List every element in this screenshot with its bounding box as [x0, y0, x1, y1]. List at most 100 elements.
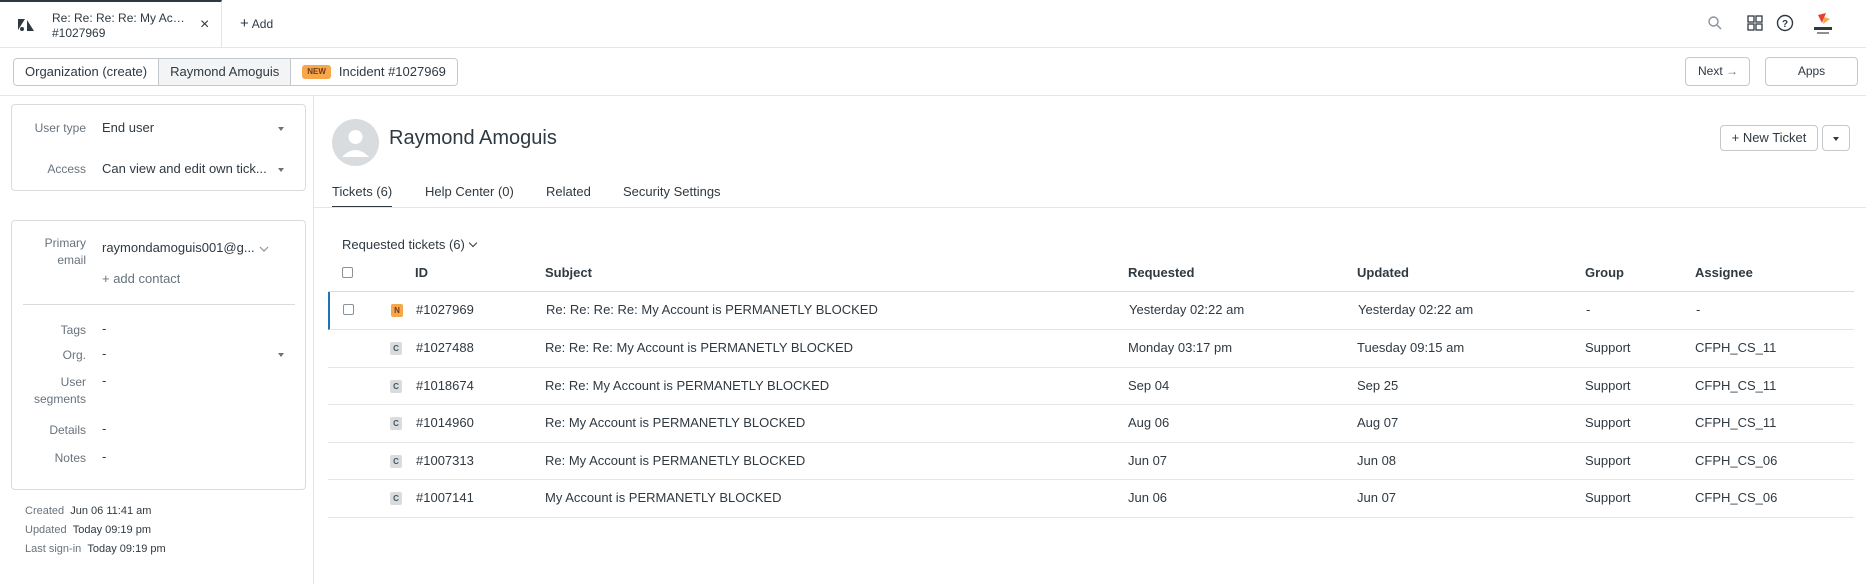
- table-row[interactable]: C #1007313 Re: My Account is PERMANETLY …: [328, 443, 1854, 480]
- help-icon[interactable]: ?: [1776, 14, 1794, 32]
- ticket-group: Support: [1585, 452, 1631, 468]
- chevron-down-icon[interactable]: [278, 353, 284, 357]
- add-tab-label: Add: [251, 17, 274, 31]
- ticket-group: Support: [1585, 340, 1631, 355]
- add-tab-button[interactable]: + Add: [240, 15, 273, 32]
- plus-icon: +: [240, 15, 249, 32]
- ticket-assignee: -: [1696, 302, 1701, 317]
- status-badge-closed: C: [390, 379, 402, 393]
- ticket-requested: Aug 06: [1128, 415, 1170, 430]
- ticket-subject[interactable]: Re: Re: My Account is PERMANETLY BLOCKED: [545, 378, 829, 393]
- column-header-requested[interactable]: Requested: [1128, 265, 1194, 280]
- tags-field[interactable]: -: [102, 321, 106, 336]
- created-label: Created: [25, 505, 65, 517]
- ticket-id[interactable]: #1007141: [416, 490, 474, 505]
- column-header-id[interactable]: ID: [415, 265, 428, 280]
- tabs-divider: [314, 207, 1866, 208]
- tab-tickets[interactable]: Tickets (6): [332, 184, 393, 208]
- access-label: Access: [47, 162, 86, 176]
- user-details-card: Primary email raymondamoguis001@g... + ad…: [11, 220, 306, 490]
- chevron-down-icon[interactable]: [278, 168, 284, 172]
- new-ticket-menu-button[interactable]: [1822, 125, 1850, 151]
- user-type-label: User type: [34, 121, 86, 135]
- apps-button[interactable]: Apps: [1765, 57, 1858, 86]
- ticket-group: Support: [1585, 490, 1631, 505]
- ticket-tab[interactable]: Re: Re: Re: Re: My Accou... #1027969 ×: [0, 0, 222, 48]
- status-badge-closed: C: [390, 492, 402, 505]
- ticket-requested: Monday 03:17 pm: [1128, 340, 1233, 355]
- table-row[interactable]: C #1014960 Re: My Account is PERMANETLY …: [328, 405, 1854, 443]
- product-grid-icon[interactable]: [1746, 14, 1764, 32]
- ticket-id[interactable]: #1014960: [416, 415, 474, 430]
- column-header-subject[interactable]: Subject: [545, 265, 592, 280]
- new-ticket-button[interactable]: + New Ticket: [1720, 125, 1818, 151]
- last-signin-label: Last sign-in: [25, 543, 82, 555]
- user-segments-label: User segments: [12, 374, 86, 408]
- ticket-assignee: CFPH_CS_11: [1695, 340, 1777, 355]
- add-contact-link[interactable]: + add contact: [102, 271, 180, 286]
- ticket-id[interactable]: #1018674: [416, 378, 474, 393]
- table-row[interactable]: C #1027488 Re: Re: Re: My Account is PER…: [328, 330, 1854, 368]
- details-field[interactable]: -: [102, 421, 106, 436]
- requested-tickets-toggle[interactable]: Requested tickets (6): [342, 237, 478, 252]
- chevron-down-icon[interactable]: [278, 127, 284, 131]
- ticket-id[interactable]: #1027488: [416, 340, 474, 355]
- user-type-card: User type End user Access Can view and e…: [11, 104, 306, 191]
- breadcrumb-organization[interactable]: Organization (create): [14, 59, 160, 85]
- table-row[interactable]: N #1027969 Re: Re: Re: Re: My Account is…: [328, 292, 1854, 330]
- ticket-updated: Aug 07: [1357, 415, 1399, 430]
- chevron-down-icon: [1833, 137, 1839, 141]
- user-type-select[interactable]: End user: [102, 120, 272, 135]
- notes-field[interactable]: -: [102, 449, 106, 464]
- ticket-subject[interactable]: Re: Re: Re: Re: My Account is PERMANETLY…: [546, 302, 878, 317]
- status-badge-new: N: [391, 304, 403, 317]
- ticket-updated: Yesterday 02:22 am: [1358, 302, 1474, 317]
- top-tab-bar: Re: Re: Re: Re: My Accou... #1027969 × +…: [0, 0, 1866, 48]
- user-avatar-logo[interactable]: [1810, 11, 1836, 37]
- requested-tickets-title: Requested tickets (6): [342, 237, 465, 252]
- ticket-subject[interactable]: My Account is PERMANETLY BLOCKED: [545, 490, 781, 505]
- ticket-group: Support: [1585, 377, 1631, 393]
- divider: [23, 304, 295, 305]
- chevron-down-icon: [468, 238, 478, 248]
- user-sidebar: User type End user Access Can view and e…: [0, 96, 314, 584]
- ticket-subject[interactable]: Re: My Account is PERMANETLY BLOCKED: [545, 415, 805, 430]
- org-select[interactable]: -: [102, 346, 106, 361]
- access-select[interactable]: Can view and edit own tick...: [102, 161, 270, 176]
- created-value: Jun 06 11:41 am: [70, 505, 152, 517]
- arrow-right-icon: →: [1726, 64, 1739, 78]
- status-badge-closed: C: [390, 342, 402, 355]
- table-row[interactable]: C #1007141 My Account is PERMANETLY BLOC…: [328, 480, 1854, 518]
- ticket-assignee: CFPH_CS_11: [1695, 377, 1777, 393]
- ticket-assignee: CFPH_CS_06: [1695, 490, 1778, 505]
- select-all-checkbox[interactable]: [342, 267, 353, 278]
- ticket-subject[interactable]: Re: My Account is PERMANETLY BLOCKED: [545, 453, 805, 468]
- chevron-down-icon[interactable]: [259, 245, 269, 253]
- column-header-group[interactable]: Group: [1585, 265, 1624, 280]
- column-header-assignee[interactable]: Assignee: [1695, 265, 1753, 280]
- ticket-requested: Sep 04: [1128, 377, 1170, 393]
- ticket-requested: Yesterday 02:22 am: [1129, 302, 1245, 317]
- close-icon[interactable]: ×: [200, 16, 209, 34]
- ticket-id[interactable]: #1007313: [416, 453, 474, 468]
- ticket-subject[interactable]: Re: Re: Re: My Account is PERMANETLY BLO…: [545, 340, 853, 355]
- breadcrumb-incident[interactable]: NEW Incident #1027969: [291, 59, 457, 85]
- tab-security-settings[interactable]: Security Settings: [623, 184, 721, 208]
- org-label: Org.: [62, 348, 86, 362]
- ticket-group: -: [1586, 302, 1591, 317]
- tab-related[interactable]: Related: [546, 184, 591, 208]
- next-button[interactable]: Next →: [1685, 57, 1750, 86]
- column-header-updated[interactable]: Updated: [1357, 265, 1409, 280]
- avatar[interactable]: [332, 119, 379, 166]
- row-checkbox[interactable]: [343, 304, 354, 315]
- svg-text:?: ?: [1782, 19, 1788, 30]
- ticket-id[interactable]: #1027969: [416, 302, 474, 317]
- tab-help-center[interactable]: Help Center (0): [425, 184, 514, 208]
- table-row[interactable]: C #1018674 Re: Re: My Account is PERMANE…: [328, 368, 1854, 405]
- primary-email-field[interactable]: raymondamoguis001@g...: [102, 240, 257, 255]
- breadcrumb-user[interactable]: Raymond Amoguis: [159, 59, 292, 85]
- notes-label: Notes: [54, 451, 86, 465]
- tab-subtitle: #1027969: [52, 26, 106, 40]
- search-icon[interactable]: [1706, 14, 1724, 32]
- last-signin-meta: Last sign-in Today 09:19 pm: [25, 543, 166, 555]
